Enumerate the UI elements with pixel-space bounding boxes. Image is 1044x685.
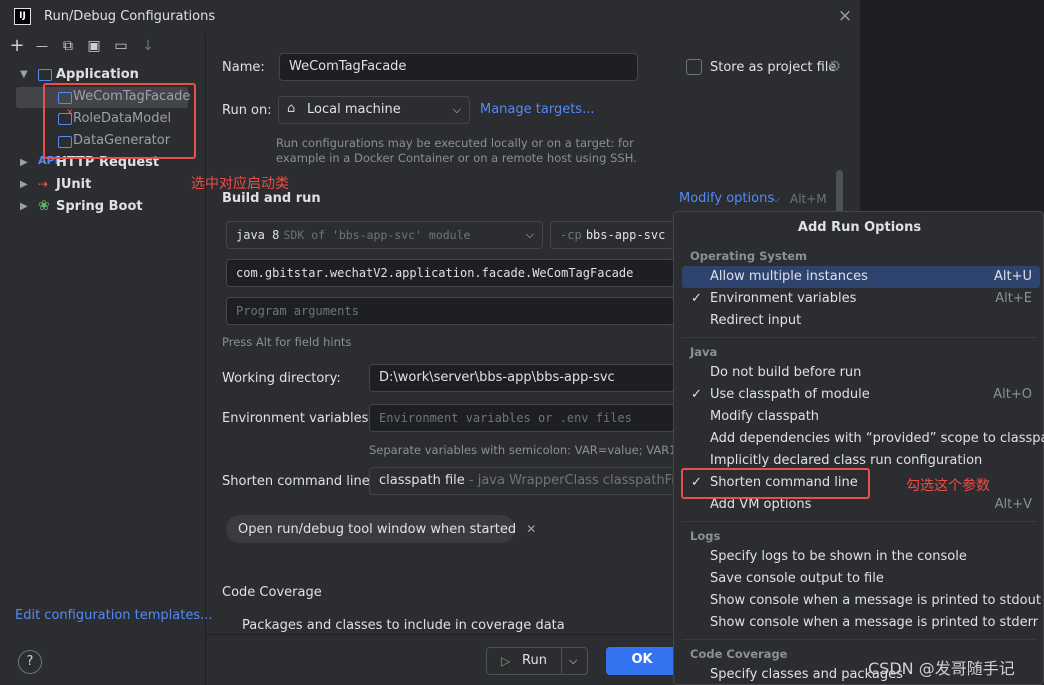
group-code-coverage: Code Coverage <box>690 647 788 661</box>
jdk-sub: SDK of 'bbs-app-svc' module <box>283 228 471 242</box>
title-bar: IJ Run/Debug Configurations × <box>0 0 861 34</box>
store-as-project-label: Store as project file <box>710 60 837 75</box>
chevron-down-icon[interactable]: ▼ <box>20 69 28 80</box>
application-icon <box>38 69 52 81</box>
modify-options-link[interactable]: Modify options <box>679 191 774 206</box>
shorten-sub: - java WrapperClass classpathFile cla <box>468 473 675 488</box>
run-on-hint-line1: Run configurations may be executed local… <box>276 136 634 150</box>
run-button[interactable]: ▷ Run ⌵ <box>486 647 588 675</box>
chevron-down-icon[interactable]: ⌵ <box>569 648 577 674</box>
run-on-label: Run on: <box>222 103 272 118</box>
chevron-right-icon[interactable]: ▶ <box>20 201 28 212</box>
open-tool-window-chip[interactable]: Open run/debug tool window when started … <box>226 515 536 543</box>
spring-boot-icon: ❀ <box>38 198 50 214</box>
option-do-not-build[interactable]: Do not build before run <box>682 362 1040 384</box>
cp-prefix: -cp <box>560 228 582 242</box>
run-on-hint-line2: example in a Docker Container or on a re… <box>276 151 637 165</box>
chevron-right-icon[interactable]: ▶ <box>20 157 28 168</box>
separator <box>682 337 1037 338</box>
run-on-dropdown[interactable]: Local machine ⌵ <box>278 96 470 124</box>
press-alt-hint: Press Alt for field hints <box>222 335 352 349</box>
option-allow-multiple-instances[interactable]: Allow multiple instances Alt+U <box>682 266 1040 288</box>
chevron-down-icon: ⌵ <box>525 228 534 241</box>
cp-value: bbs-app-svc <box>585 228 666 242</box>
option-save-console-output[interactable]: Save console output to file <box>682 568 1040 590</box>
annotation-box-classes <box>43 83 196 159</box>
group-logs: Logs <box>690 529 721 543</box>
group-operating-system: Operating System <box>690 249 808 263</box>
program-arguments-input[interactable]: Program arguments <box>226 297 675 325</box>
working-directory-label: Working directory: <box>222 371 341 386</box>
copy-icon[interactable]: ⧉ <box>59 36 77 56</box>
option-show-console-stdout[interactable]: Show console when a message is printed t… <box>682 590 1041 612</box>
run-on-value: Local machine <box>307 102 401 117</box>
option-redirect-input[interactable]: Redirect input <box>682 310 1040 332</box>
close-icon[interactable]: × <box>836 6 854 26</box>
shorten-command-line-dropdown[interactable]: classpath file - java WrapperClass class… <box>369 467 675 495</box>
check-icon: ✓ <box>691 387 702 402</box>
working-directory-input[interactable]: D:\work\server\bbs-app\bbs-app-svc <box>369 364 675 392</box>
build-and-run-heading: Build and run <box>222 191 321 206</box>
window-title: Run/Debug Configurations <box>44 9 216 24</box>
add-run-options-popup: Add Run Options Operating System Allow m… <box>673 211 1044 685</box>
name-label: Name: <box>222 60 265 75</box>
chevron-right-icon[interactable]: ▶ <box>20 179 28 190</box>
code-coverage-heading: Code Coverage <box>222 585 322 600</box>
folder-icon[interactable]: ▭ <box>112 36 130 56</box>
junit-icon: ⇢ <box>38 177 49 191</box>
shorten-command-line-label: Shorten command line: <box>222 474 375 489</box>
option-modify-classpath[interactable]: Modify classpath <box>682 406 1040 428</box>
popup-title: Add Run Options <box>797 220 922 235</box>
open-tool-window-label: Open run/debug tool window when started <box>238 522 517 537</box>
group-java: Java <box>690 345 718 359</box>
watermark: CSDN @发哥随手记 <box>868 659 1015 678</box>
close-icon[interactable]: ✕ <box>526 522 536 536</box>
save-icon[interactable]: ▣ <box>85 36 103 56</box>
tree-item-spring-boot[interactable]: Spring Boot <box>56 196 143 218</box>
option-use-classpath-of-module[interactable]: ✓ Use classpath of module Alt+O <box>682 384 1040 406</box>
separator <box>682 521 1037 522</box>
separator <box>682 639 1037 640</box>
jdk-dropdown[interactable]: java 8 SDK of 'bbs-app-svc' module ⌵ <box>226 221 543 249</box>
ok-button[interactable]: OK <box>606 647 678 675</box>
coverage-packages-label: Packages and classes to include in cover… <box>242 618 565 633</box>
option-add-provided-dependencies[interactable]: Add dependencies with “provided” scope t… <box>682 428 1044 450</box>
intellij-icon: IJ <box>14 8 31 25</box>
option-show-console-stderr[interactable]: Show console when a message is printed t… <box>682 612 1040 634</box>
home-icon: ⌂ <box>287 101 296 116</box>
help-button[interactable]: ? <box>18 650 42 674</box>
run-label: Run <box>522 653 547 668</box>
tree-item-junit[interactable]: JUnit <box>56 174 91 196</box>
remove-icon[interactable]: — <box>33 36 51 56</box>
chevron-down-icon: ⌵ <box>452 103 461 116</box>
annotation-check-param: 勾选这个参数 <box>906 478 990 494</box>
shorten-value: classpath file <box>379 473 465 488</box>
annotation-box-shorten <box>681 468 870 499</box>
edit-templates-link[interactable]: Edit configuration templates... <box>15 608 213 623</box>
option-specify-logs[interactable]: Specify logs to be shown in the console <box>682 546 1040 568</box>
sort-icon[interactable]: ↓ <box>139 36 157 56</box>
environment-variables-input[interactable]: Environment variables or .env files <box>369 404 675 432</box>
chevron-down-icon: ⌵ <box>772 192 781 205</box>
name-input[interactable]: WeComTagFacade <box>279 53 638 81</box>
check-icon: ✓ <box>691 291 702 306</box>
add-icon[interactable]: + <box>8 36 26 56</box>
manage-targets-link[interactable]: Manage targets... <box>480 102 594 117</box>
option-environment-variables[interactable]: ✓ Environment variables Alt+E <box>682 288 1040 310</box>
classpath-module-dropdown[interactable]: -cp bbs-app-svc <box>550 221 675 249</box>
store-as-project-checkbox[interactable] <box>686 59 702 75</box>
jdk-main: java 8 <box>236 228 280 242</box>
main-class-input[interactable]: com.gbitstar.wechatV2.application.facade… <box>226 259 675 287</box>
run-icon: ▷ <box>501 654 511 668</box>
gear-icon[interactable]: ⚙ <box>828 57 841 75</box>
environment-variables-label: Environment variables: <box>222 411 373 426</box>
env-hint: Separate variables with semicolon: VAR=v… <box>369 443 711 457</box>
annotation-select-class: 选中对应启动类 <box>191 176 289 192</box>
split-divider <box>561 648 562 674</box>
modify-options-shortcut: Alt+M <box>790 192 827 206</box>
